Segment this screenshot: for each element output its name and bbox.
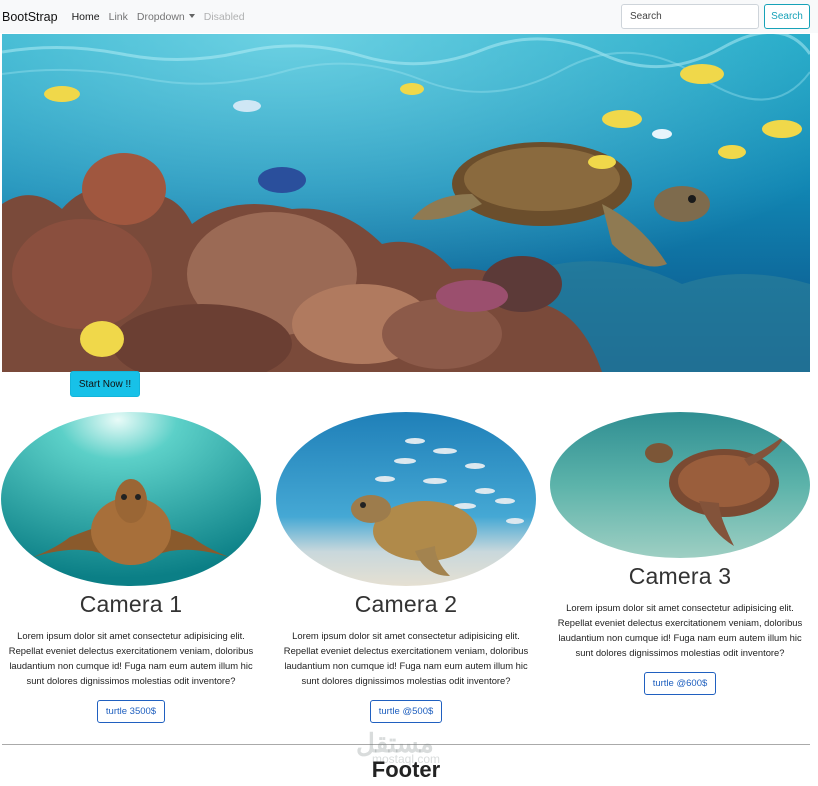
card-1-button[interactable]: turtle 3500$ — [96, 700, 166, 723]
card-3-text: Lorem ipsum dolor sit amet consectetur a… — [557, 602, 803, 658]
card-2-button[interactable]: turtle @500$ — [369, 700, 443, 723]
nav-link-home[interactable]: Home — [72, 11, 100, 23]
card-camera-2: Camera 2 Lorem ipsum dolor sit amet cons… — [275, 411, 537, 723]
card-1-title: Camera 1 — [79, 591, 183, 617]
start-now-button[interactable]: Start Now !! — [70, 371, 140, 397]
card-camera-3: Camera 3 Lorem ipsum dolor sit amet cons… — [549, 411, 811, 695]
card-1-text: Lorem ipsum dolor sit amet consectetur a… — [8, 630, 254, 686]
card-3-image — [550, 412, 810, 558]
card-2-text: Lorem ipsum dolor sit amet consectetur a… — [283, 630, 529, 686]
navbar: BootStrap Home Link Dropdown Disabled Se… — [0, 0, 818, 33]
nav-link-disabled: Disabled — [203, 10, 245, 23]
nav-dropdown-label: Dropdown — [136, 10, 185, 23]
footer-title: Footer — [371, 757, 441, 782]
caret-down-icon — [188, 13, 195, 18]
card-1-image — [1, 412, 261, 586]
card-2-title: Camera 2 — [354, 591, 458, 617]
card-camera-1: Camera 1 Lorem ipsum dolor sit amet cons… — [0, 411, 262, 723]
search-input[interactable] — [621, 4, 759, 29]
hero-image — [2, 34, 810, 372]
search-button[interactable]: Search — [764, 4, 810, 29]
navbar-brand[interactable]: BootStrap — [2, 10, 58, 24]
card-3-button[interactable]: turtle @600$ — [643, 672, 717, 695]
nav-dropdown-toggle[interactable]: Dropdown — [137, 11, 195, 23]
card-2-image — [276, 412, 536, 586]
card-3-title: Camera 3 — [628, 563, 732, 589]
nav-link-link[interactable]: Link — [109, 11, 128, 23]
